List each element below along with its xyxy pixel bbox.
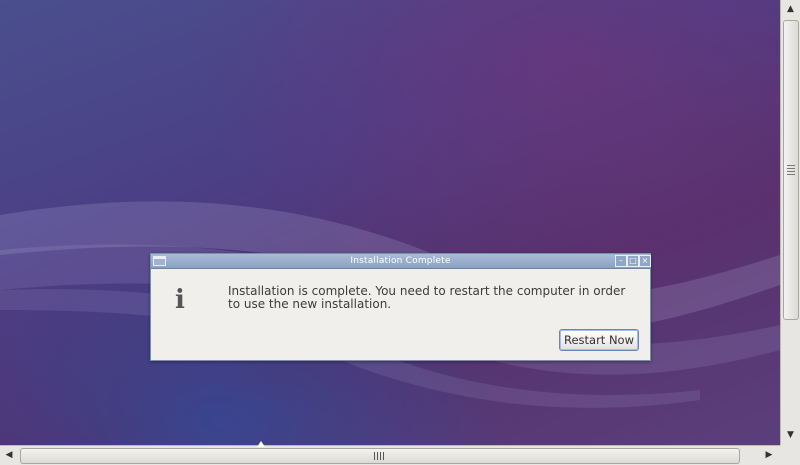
vertical-scrollbar[interactable]: ▲ ▼ xyxy=(780,0,800,445)
close-button[interactable]: × xyxy=(639,255,651,267)
info-icon: i xyxy=(175,285,185,315)
dialog-titlebar[interactable]: Installation Complete – □ × xyxy=(151,254,651,269)
scroll-up-arrow-icon[interactable]: ▲ xyxy=(781,0,800,18)
vertical-scroll-thumb[interactable] xyxy=(783,20,799,320)
wallpaper-swoosh xyxy=(0,201,780,408)
scroll-left-arrow-icon[interactable]: ◀ xyxy=(0,446,18,465)
horizontal-scrollbar[interactable]: ◀ ▶ xyxy=(0,445,780,465)
horizontal-scroll-thumb[interactable] xyxy=(20,448,740,464)
restart-now-button[interactable]: Restart Now xyxy=(559,329,639,351)
maximize-button[interactable]: □ xyxy=(627,255,639,267)
minimize-button[interactable]: – xyxy=(615,255,627,267)
scroll-down-arrow-icon[interactable]: ▼ xyxy=(781,426,800,444)
dialog-title: Installation Complete xyxy=(350,256,451,266)
scrollbar-corner xyxy=(780,445,800,465)
desktop-background xyxy=(0,0,780,445)
mouse-cursor-icon xyxy=(257,441,265,447)
grip-icon xyxy=(787,165,795,175)
installation-complete-dialog: Installation Complete – □ × i Installati… xyxy=(150,253,651,361)
dialog-message: Installation is complete. You need to re… xyxy=(228,284,626,311)
scroll-right-arrow-icon[interactable]: ▶ xyxy=(760,446,778,465)
grip-icon xyxy=(374,452,384,460)
